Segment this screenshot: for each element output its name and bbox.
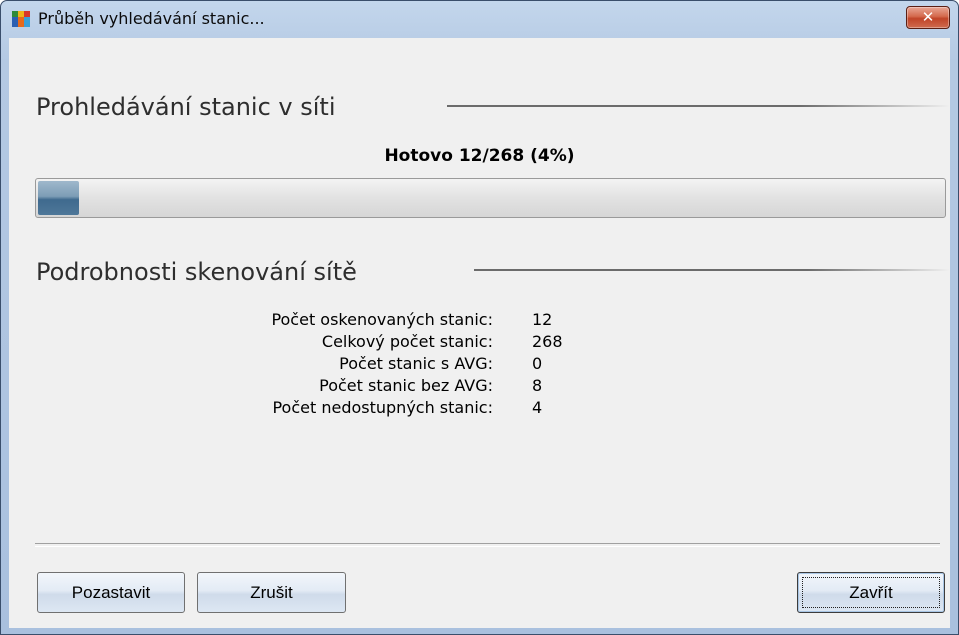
detail-value: 12: [532, 310, 553, 329]
dialog-content: Prohledávání stanic v síti Hotovo 12/268…: [9, 38, 950, 628]
detail-label: Počet nedostupných stanic:: [272, 398, 493, 417]
detail-row-scanned: Počet oskenovaných stanic: 12: [9, 310, 950, 334]
detail-row-unreachable: Počet nedostupných stanic: 4: [9, 398, 950, 422]
detail-label: Počet oskenovaných stanic:: [271, 310, 493, 329]
detail-row-total: Celkový počet stanic: 268: [9, 332, 950, 356]
title-bar[interactable]: Průběh vyhledávání stanic... ✕: [1, 1, 958, 36]
detail-label: Počet stanic s AVG:: [339, 354, 493, 373]
detail-value: 8: [532, 376, 543, 395]
detail-value: 0: [532, 354, 543, 373]
detail-row-with-avg: Počet stanic s AVG: 0: [9, 354, 950, 378]
pause-button-label: Pozastavit: [71, 583, 151, 602]
detail-label: Celkový počet stanic:: [321, 332, 493, 351]
details-section-title: Podrobnosti skenování sítě: [36, 258, 357, 286]
dialog-window: Průběh vyhledávání stanic... ✕ Prohledáv…: [0, 0, 959, 635]
detail-value: 4: [532, 398, 543, 417]
cancel-button[interactable]: Zrušit: [197, 572, 346, 613]
section-divider: [474, 269, 950, 271]
avg-logo-icon: [12, 11, 30, 27]
progress-bar-fill: [38, 181, 79, 215]
close-button-label: Zavřít: [849, 583, 893, 602]
window-close-button[interactable]: ✕: [906, 6, 950, 29]
progress-status-text: Hotovo 12/268 (4%): [384, 146, 575, 166]
pause-button[interactable]: Pozastavit: [37, 572, 185, 613]
close-icon: ✕: [921, 8, 935, 26]
footer-divider: [35, 543, 940, 547]
close-button[interactable]: Zavřít: [797, 572, 945, 613]
scan-section-title: Prohledávání stanic v síti: [36, 93, 336, 121]
detail-value: 268: [532, 332, 563, 351]
cancel-button-label: Zrušit: [250, 583, 293, 602]
detail-label: Počet stanic bez AVG:: [319, 376, 493, 395]
section-divider: [447, 105, 950, 107]
window-title: Průběh vyhledávání stanic...: [38, 9, 265, 28]
detail-row-without-avg: Počet stanic bez AVG: 8: [9, 376, 950, 400]
scan-progress-bar: [35, 178, 946, 218]
